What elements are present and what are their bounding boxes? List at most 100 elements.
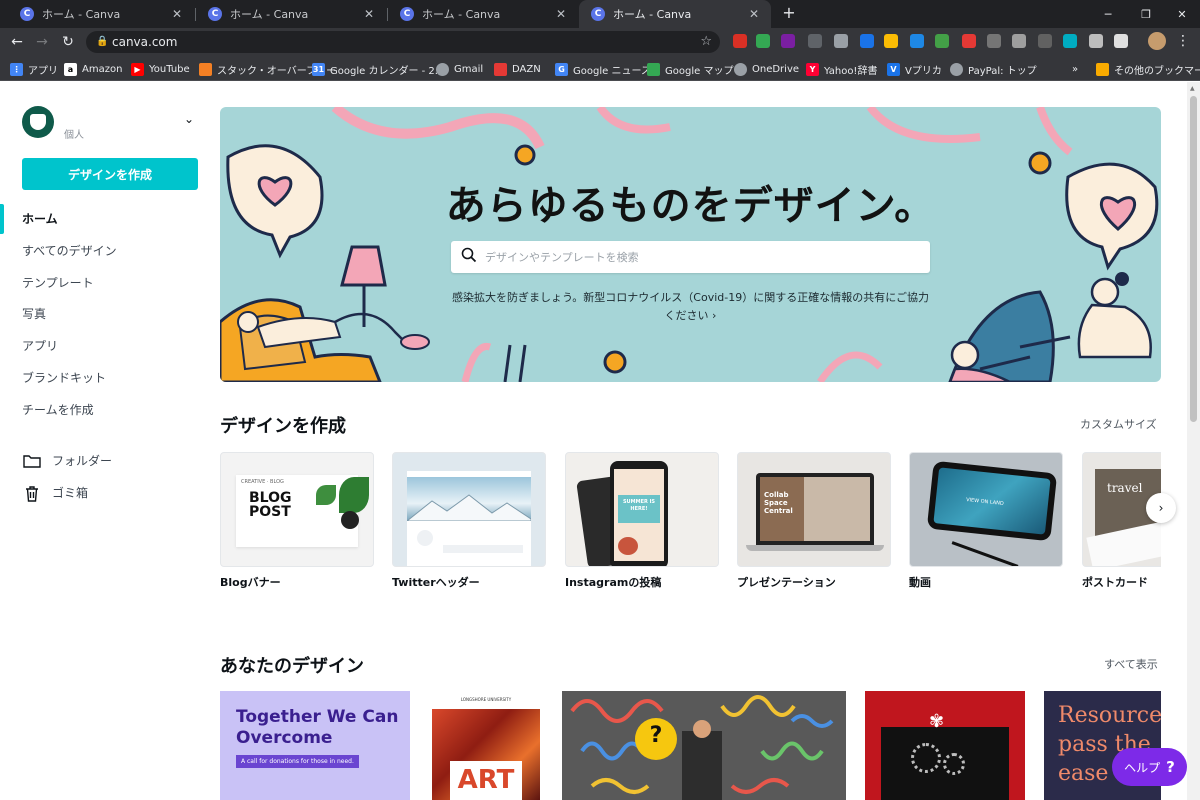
design-type-card-video[interactable]: VIEW ON LAND (909, 452, 1063, 567)
extension-icon[interactable] (808, 34, 822, 48)
youtube-icon: ▶ (131, 62, 144, 76)
bookmark-vpreca[interactable]: V Vプリカ (887, 61, 942, 77)
bookmarks-overflow-button[interactable]: » (1072, 61, 1078, 77)
extension-icon[interactable] (1089, 34, 1103, 48)
design-thumbnail-art[interactable]: LONGSHORE UNIVERSITY ART (432, 691, 540, 800)
bookmark-google-news[interactable]: G Google ニュース (555, 61, 651, 77)
design-thumbnail-donations[interactable]: Together We Can Overcome A call for dona… (220, 691, 410, 800)
create-design-section-title: デザインを作成 (220, 416, 346, 437)
pdf-extension-icon[interactable] (733, 34, 747, 48)
sidebar-item-trash[interactable]: ゴミ箱 (22, 483, 88, 503)
amazon-icon: a (64, 62, 77, 76)
squiggle-pattern (570, 695, 834, 800)
bookmark-star-icon[interactable]: ☆ (700, 31, 712, 53)
design-type-card-blog-banner[interactable]: CREATIVE · BLOG BLOG POST (220, 452, 374, 567)
sidebar-item-create-team[interactable]: チームを作成 (22, 400, 94, 420)
search-input[interactable] (485, 250, 905, 264)
extension-icon[interactable] (884, 34, 898, 48)
drive-extension-icon[interactable] (756, 34, 770, 48)
close-icon[interactable]: ✕ (554, 7, 568, 21)
design-thumbnail-squiggles[interactable]: ? (562, 691, 846, 800)
your-designs-section-title: あなたのデザイン (220, 656, 364, 677)
sidebar-item-brand-kit[interactable]: ブランドキット (22, 368, 106, 388)
extension-icon[interactable] (1012, 34, 1026, 48)
browser-tab-3[interactable]: C ホーム - Canva ✕ (388, 0, 578, 28)
design-type-label: 動画 (909, 576, 931, 589)
design-title: Together We Can Overcome (236, 707, 399, 748)
custom-size-link[interactable]: カスタムサイズ (1080, 416, 1157, 432)
bookmark-label: DAZN (512, 63, 541, 75)
design-thumbnail-gears[interactable]: ✾ (865, 691, 1025, 800)
active-nav-indicator (0, 204, 4, 234)
bookmark-google-calendar[interactable]: 31 Google カレンダー - 2... (312, 61, 444, 77)
apps-grid-icon: ⋮ (10, 62, 23, 76)
account-switcher[interactable]: 個人 ⌄ (22, 106, 202, 142)
extension-icon[interactable] (1114, 34, 1128, 48)
bookmark-yahoo-dictionary[interactable]: Y Yahoo!辞書 (806, 61, 877, 77)
text-placeholder (443, 545, 523, 553)
back-arrow-icon[interactable]: ← (7, 32, 27, 52)
sidebar-item-templates[interactable]: テンプレート (22, 273, 94, 293)
extension-icon[interactable] (1038, 34, 1052, 48)
design-type-card-presentation[interactable]: Collab Space Central (737, 452, 891, 567)
bookmark-label: Vプリカ (905, 65, 942, 77)
page-scrollbar[interactable]: ▲ (1187, 82, 1200, 800)
reload-icon[interactable]: ↻ (58, 32, 78, 52)
bookmark-paypal[interactable]: PayPal: トップ (950, 61, 1037, 77)
create-design-button[interactable]: デザインを作成 (22, 158, 198, 190)
scrollbar-thumb[interactable] (1190, 96, 1197, 422)
chrome-menu-icon[interactable]: ⋮ (1176, 32, 1190, 50)
extension-icon[interactable] (962, 34, 976, 48)
covid-info-link[interactable]: 感染拡大を防ぎましょう。新型コロナウイルス（Covid-19）に関する正確な情報… (451, 289, 930, 325)
carousel-next-button[interactable]: › (1146, 493, 1176, 523)
extension-icon[interactable] (910, 34, 924, 48)
extension-icon[interactable] (1063, 34, 1077, 48)
design-type-card-twitter-header[interactable] (392, 452, 546, 567)
show-all-link[interactable]: すべて表示 (1104, 656, 1158, 672)
new-tab-icon[interactable]: + (780, 4, 798, 22)
browser-tab-2[interactable]: C ホーム - Canva ✕ (196, 0, 386, 28)
sidebar-item-photos[interactable]: 写真 (22, 304, 46, 324)
bookmark-gmail[interactable]: Gmail (436, 61, 483, 77)
close-icon[interactable]: ✕ (170, 7, 184, 21)
template-search-box[interactable] (451, 241, 930, 273)
design-title: ART (457, 765, 515, 795)
close-icon[interactable]: ✕ (362, 7, 376, 21)
sidebar-item-apps[interactable]: アプリ (22, 336, 58, 356)
bookmark-label: OneDrive (752, 63, 800, 75)
onenote-extension-icon[interactable] (781, 34, 795, 48)
design-type-card-instagram-post[interactable]: SUMMER IS HERE! (565, 452, 719, 567)
sidebar-item-home[interactable]: ホーム (22, 209, 58, 229)
bookmark-youtube[interactable]: ▶ YouTube (131, 61, 190, 77)
extension-icon[interactable] (987, 34, 1001, 48)
extension-icon[interactable] (935, 34, 949, 48)
bookmark-other-folder[interactable]: その他のブックマーク (1096, 61, 1200, 77)
chevron-down-icon[interactable]: ⌄ (184, 112, 194, 126)
news-icon: G (555, 62, 568, 76)
food-photo (618, 537, 638, 555)
chrome-profile-avatar[interactable] (1148, 32, 1166, 50)
extension-icon[interactable] (860, 34, 874, 48)
window-close-icon[interactable]: ✕ (1164, 0, 1200, 28)
address-bar[interactable]: 🔒 canva.com ☆ (86, 31, 720, 53)
bookmark-amazon[interactable]: a Amazon (64, 61, 122, 77)
forward-arrow-icon[interactable]: → (32, 32, 52, 52)
bookmark-apps[interactable]: ⋮ アプリ (10, 61, 58, 77)
bookmark-onedrive[interactable]: OneDrive (734, 61, 799, 77)
sidebar-item-folders[interactable]: フォルダー (22, 451, 112, 471)
browser-tab-4-active[interactable]: C ホーム - Canva ✕ (579, 0, 771, 28)
bookmark-google-maps[interactable]: Google マップ (647, 61, 733, 77)
scroll-up-icon[interactable]: ▲ (1190, 85, 1195, 92)
calendar-icon: 31 (312, 62, 325, 76)
help-button[interactable]: ヘルプ ? (1112, 748, 1187, 786)
pocket-extension-icon[interactable] (834, 34, 848, 48)
bookmark-dazn[interactable]: DAZN (494, 61, 541, 77)
close-icon[interactable]: ✕ (747, 7, 761, 21)
minimize-icon[interactable]: ─ (1090, 0, 1126, 28)
blog-thumb-caption: CREATIVE · BLOG (241, 479, 284, 485)
restore-icon[interactable]: ❐ (1128, 0, 1164, 28)
design-type-label: Instagramの投稿 (565, 576, 662, 589)
browser-tab-bar: C ホーム - Canva ✕ C ホーム - Canva ✕ C ホーム - … (0, 0, 1200, 28)
sidebar-item-all-designs[interactable]: すべてのデザイン (22, 241, 117, 261)
browser-tab-1[interactable]: C ホーム - Canva ✕ (8, 0, 194, 28)
